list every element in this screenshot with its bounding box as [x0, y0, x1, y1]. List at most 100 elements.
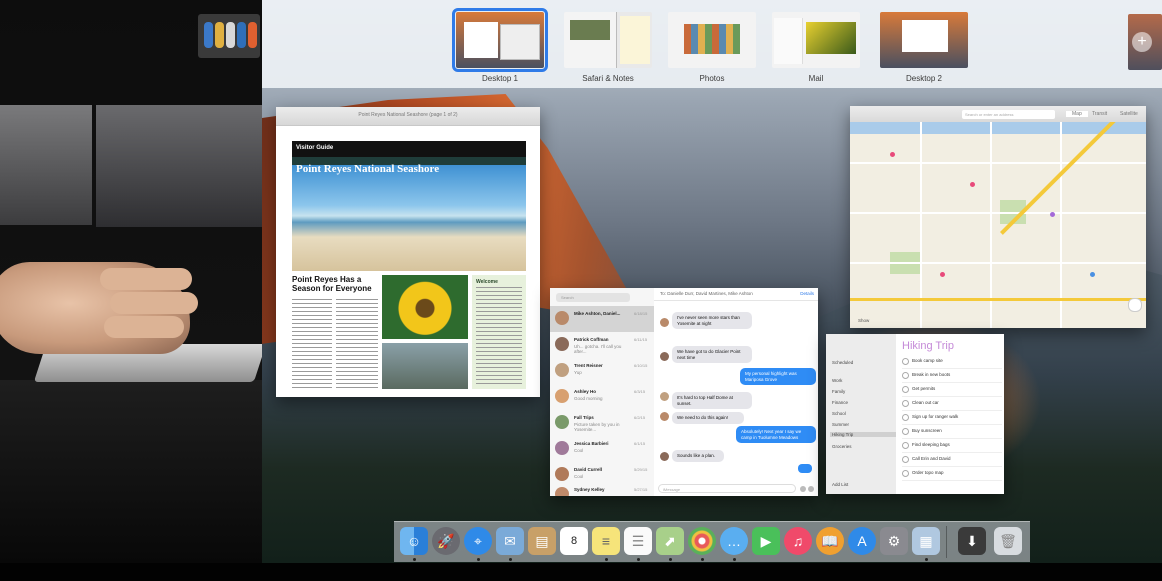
maps-show-button[interactable]: Show — [858, 318, 869, 323]
maps-icon[interactable]: ⬈ — [656, 527, 684, 555]
checkbox-icon — [902, 456, 909, 463]
mission-control-spaces-bar: Desktop 1 Safari & Notes Photos Mail Des… — [262, 0, 1162, 88]
space-label: Desktop 2 — [905, 74, 943, 83]
transit-tab[interactable]: Transit — [1092, 111, 1107, 117]
contacts-icon[interactable]: ▤ — [528, 527, 556, 555]
reminders-list-school[interactable]: School — [832, 411, 846, 416]
ibooks-icon[interactable]: 📖 — [816, 527, 844, 555]
map-pin-icon[interactable] — [970, 182, 975, 187]
reminder-item[interactable]: Buy sunscreen — [902, 426, 1002, 439]
brochure-body-text — [292, 299, 332, 389]
message-bubble-incoming: Sounds like a plan. — [672, 450, 724, 462]
dock-separator — [946, 526, 947, 558]
space-thumbnail — [772, 12, 860, 68]
side-monitor-thumbnail — [198, 14, 260, 58]
reminder-item[interactable]: Book camp site — [902, 356, 1002, 369]
space-label: Mail — [808, 74, 824, 83]
brochure-label: Visitor Guide — [296, 145, 334, 151]
conversation-row[interactable]: Sydney Kelley 5/27/15 — [550, 482, 654, 496]
message-bubble-incoming: It's hard to top Half Dome at sunset. — [672, 392, 752, 409]
pdf-page: Visitor Guide Point Reyes National Seash… — [292, 141, 526, 389]
map-pin-icon[interactable] — [890, 152, 895, 157]
preview-window[interactable]: Point Reyes National Seashore (page 1 of… — [276, 107, 540, 397]
checkbox-icon — [902, 372, 909, 379]
downloads-icon[interactable]: ⬇ — [958, 527, 986, 555]
running-indicator — [733, 558, 736, 561]
space-mail[interactable]: Mail — [772, 12, 860, 83]
space-thumbnail — [564, 12, 652, 68]
message-bubble-incoming: We need to do this again! — [672, 412, 744, 424]
facetime-icon[interactable]: ▶ — [752, 527, 780, 555]
running-indicator — [669, 558, 672, 561]
launchpad-icon[interactable]: 🚀 — [432, 527, 460, 555]
conversation-row[interactable]: Patrick Coffman Uh... gotcha. I'll call y… — [550, 332, 654, 358]
conversation-row[interactable]: Trent Reisner Yup 6/10/15 — [550, 358, 654, 384]
system-preferences-icon[interactable]: ⚙ — [880, 527, 908, 555]
finder-icon[interactable]: ☺ — [400, 527, 428, 555]
maps-window[interactable]: Search or enter an address Map Transit S… — [850, 106, 1146, 328]
space-label: Desktop 1 — [481, 74, 519, 83]
trash-icon[interactable]: 🗑 — [994, 527, 1022, 555]
space-label: Photos — [699, 74, 725, 83]
brochure-title: Point Reyes National Seashore — [296, 163, 440, 175]
recipients-bar: To: Danielle Durr, David Martines, Mike … — [654, 288, 818, 301]
emoji-icon[interactable] — [808, 486, 814, 492]
reminders-list-groceries[interactable]: Groceries — [832, 444, 852, 449]
reminders-list-work[interactable]: Work — [832, 378, 842, 383]
messages-window[interactable]: Search Mike Ashton, Daniel... 6/18/15 Pat… — [550, 288, 818, 496]
reminder-item[interactable]: Sign up for ranger walk — [902, 412, 1002, 425]
map-canvas[interactable]: Show — [850, 122, 1146, 328]
reminder-item[interactable]: Clean out car — [902, 398, 1002, 411]
map-tab[interactable]: Map — [1066, 111, 1088, 117]
add-list-button[interactable]: Add List — [832, 482, 848, 487]
reminder-item[interactable]: Get permits — [902, 384, 1002, 397]
itunes-icon[interactable]: ♫ — [784, 527, 812, 555]
reminder-item[interactable]: Call Erin and David — [902, 454, 1002, 467]
reminders-icon[interactable]: ☰ — [624, 527, 652, 555]
conversation-row[interactable]: Mike Ashton, Daniel... 6/18/15 — [550, 306, 654, 332]
reminders-list-hiking-trip[interactable]: Hiking Trip — [830, 432, 896, 437]
compass-icon[interactable] — [1128, 298, 1142, 312]
notes-icon[interactable]: ≡ — [592, 527, 620, 555]
reminder-item[interactable]: Break in new boots — [902, 370, 1002, 383]
reminder-item[interactable]: Find sleeping bags — [902, 440, 1002, 453]
photos-icon[interactable] — [688, 527, 716, 555]
reminder-item[interactable]: Order topo map — [902, 468, 1002, 481]
preview-icon[interactable]: ▦ — [912, 527, 940, 555]
mail-icon[interactable]: ✉ — [496, 527, 524, 555]
messages-icon[interactable]: … — [720, 527, 748, 555]
conversation-row[interactable]: Fall Trips Picture taken by you in Yosemi… — [550, 410, 654, 436]
imessage-input[interactable]: iMessage — [658, 484, 796, 493]
space-desktop-2[interactable]: Desktop 2 — [880, 12, 968, 83]
map-pin-icon[interactable] — [1050, 212, 1055, 217]
app-store-icon[interactable]: A — [848, 527, 876, 555]
recipients: To: Danielle Durr, David Martines, Mike … — [660, 291, 753, 296]
calendar-icon[interactable]: 8 — [560, 527, 588, 555]
space-photos[interactable]: Photos — [668, 12, 756, 83]
finger — [104, 316, 184, 338]
reminders-list-family[interactable]: Family — [832, 389, 845, 394]
running-indicator — [701, 558, 704, 561]
reminders-list-scheduled[interactable]: Scheduled — [832, 360, 853, 365]
satellite-tab[interactable]: Satellite — [1120, 111, 1138, 117]
map-pin-icon[interactable] — [940, 272, 945, 277]
map-pin-icon[interactable] — [1090, 272, 1095, 277]
space-label: Safari & Notes — [582, 74, 634, 83]
messages-search-field[interactable]: Search — [556, 293, 630, 302]
reminders-list-summer[interactable]: Summer — [832, 422, 849, 427]
space-desktop-1[interactable]: Desktop 1 — [452, 8, 548, 83]
add-desktop-button[interactable]: + — [1128, 14, 1162, 70]
safari-icon[interactable]: ⌖ — [464, 527, 492, 555]
welcome-heading: Welcome — [476, 279, 498, 285]
maps-search-field[interactable]: Search or enter an address — [962, 110, 1055, 119]
reminders-window[interactable]: Scheduled Work Family Finance School Sum… — [826, 334, 1004, 494]
conversation-row[interactable]: Jessica Barbieri Cool 6/1/15 — [550, 436, 654, 462]
microphone-icon[interactable] — [800, 486, 806, 492]
conversation-row[interactable]: Ashley Ho Good morning 6/3/15 — [550, 384, 654, 410]
running-indicator — [509, 558, 512, 561]
space-safari-notes[interactable]: Safari & Notes — [564, 12, 652, 83]
reminders-list-finance[interactable]: Finance — [832, 400, 848, 405]
details-button[interactable]: Details — [800, 288, 814, 300]
message-bubble-incoming: I've never seen more stars than Yosemite… — [672, 312, 752, 329]
reminders-sidebar: Scheduled Work Family Finance School Sum… — [826, 334, 897, 494]
